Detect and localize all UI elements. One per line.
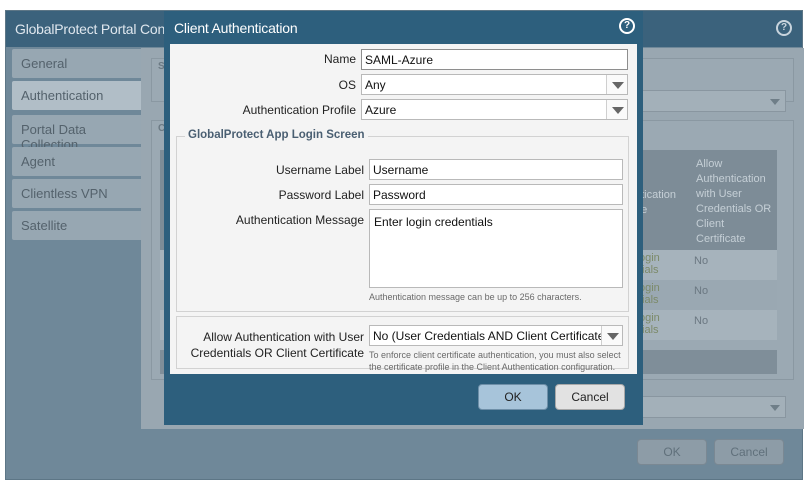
tab-portal-data-collection[interactable]: Portal Data Collection bbox=[12, 115, 146, 152]
username-label-label: Username Label bbox=[275, 163, 364, 177]
bottom-select[interactable] bbox=[641, 396, 786, 418]
allow-auth-dropdown-button[interactable] bbox=[601, 326, 622, 345]
password-label-input[interactable]: Password bbox=[369, 184, 623, 205]
portal-cancel-button[interactable]: Cancel bbox=[714, 439, 784, 465]
tab-clientless-vpn[interactable]: Clientless VPN bbox=[12, 179, 146, 208]
help-icon[interactable]: ? bbox=[776, 20, 792, 36]
os-label: OS bbox=[338, 78, 356, 92]
auth-profile-select[interactable]: Azure bbox=[361, 99, 628, 120]
tab-agent[interactable]: Agent bbox=[12, 147, 146, 176]
tab-satellite[interactable]: Satellite bbox=[12, 211, 146, 240]
login-screen-legend: GlobalProtect App Login Screen bbox=[185, 129, 368, 141]
allow-auth-fieldset: Allow Authentication with User Credentia… bbox=[176, 316, 629, 372]
chevron-down-icon bbox=[612, 107, 624, 114]
auth-message-label: Authentication Message bbox=[235, 213, 364, 227]
allow-auth-hint: To enforce client certificate authentica… bbox=[369, 350, 621, 372]
tab-authentication[interactable]: Authentication bbox=[12, 81, 146, 110]
cert-profile-select[interactable] bbox=[641, 90, 786, 112]
ok-button[interactable]: OK bbox=[478, 384, 548, 410]
login-screen-fieldset: GlobalProtect App Login Screen Username … bbox=[176, 129, 629, 312]
auth-message-textarea[interactable]: Enter login credentials bbox=[369, 209, 623, 288]
chevron-down-icon bbox=[770, 405, 780, 411]
portal-ok-button[interactable]: OK bbox=[637, 439, 707, 465]
auth-profile-value: Azure bbox=[365, 103, 397, 117]
chevron-down-icon bbox=[770, 99, 780, 105]
client-authentication-dialog: Client Authentication ? Name SAML-Azure … bbox=[164, 11, 643, 425]
name-label: Name bbox=[323, 52, 356, 66]
auth-profile-dropdown-button[interactable] bbox=[606, 100, 627, 119]
name-input[interactable]: SAML-Azure bbox=[361, 49, 628, 70]
auth-message-hint: Authentication message can be up to 256 … bbox=[369, 292, 582, 302]
username-label-input[interactable]: Username bbox=[369, 159, 623, 180]
allow-auth-label: Allow Authentication with User Credentia… bbox=[190, 330, 364, 360]
os-select[interactable]: Any bbox=[361, 74, 628, 95]
os-dropdown-button[interactable] bbox=[606, 75, 627, 94]
auth-profile-label: Authentication Profile bbox=[242, 103, 356, 117]
chevron-down-icon bbox=[607, 333, 619, 340]
cancel-button[interactable]: Cancel bbox=[555, 384, 625, 410]
tab-general[interactable]: General bbox=[12, 49, 146, 78]
os-select-value: Any bbox=[365, 78, 386, 92]
chevron-down-icon bbox=[612, 82, 624, 89]
dialog-body: Name SAML-Azure OS Any Authentication Pr… bbox=[170, 44, 637, 374]
dialog-title: Client Authentication bbox=[174, 20, 298, 36]
password-label-label: Password Label bbox=[278, 188, 364, 202]
allow-auth-value: No (User Credentials AND Client Certific… bbox=[373, 329, 622, 343]
help-icon[interactable]: ? bbox=[619, 18, 635, 34]
allow-auth-select[interactable]: No (User Credentials AND Client Certific… bbox=[369, 325, 623, 346]
